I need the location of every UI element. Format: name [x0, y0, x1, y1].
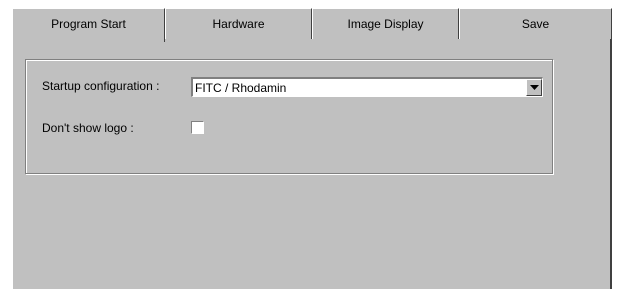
- tab-label: Image Display: [347, 17, 424, 31]
- tab-label: Hardware: [212, 17, 265, 31]
- startup-group: Startup configuration : FITC / Rhodamin …: [25, 59, 553, 174]
- dont-show-logo-checkbox[interactable]: [191, 121, 204, 134]
- startup-configuration-value: FITC / Rhodamin: [195, 81, 287, 95]
- startup-configuration-label: Startup configuration :: [42, 79, 160, 93]
- dont-show-logo-label: Don't show logo :: [42, 121, 134, 135]
- tab-save[interactable]: Save: [459, 8, 612, 40]
- tab-program-start[interactable]: Program Start: [12, 8, 165, 42]
- tab-label: Program Start: [51, 17, 126, 31]
- chevron-down-icon: [530, 85, 539, 90]
- tab-bar: Program Start Hardware Image Display Sav…: [12, 8, 612, 42]
- tab-hardware[interactable]: Hardware: [165, 8, 312, 40]
- tab-panel-program-start: Startup configuration : FITC / Rhodamin …: [12, 39, 612, 289]
- tab-label: Save: [521, 17, 550, 31]
- tab-image-display[interactable]: Image Display: [312, 8, 459, 40]
- dropdown-button[interactable]: [526, 79, 542, 96]
- startup-configuration-select[interactable]: FITC / Rhodamin: [191, 77, 543, 97]
